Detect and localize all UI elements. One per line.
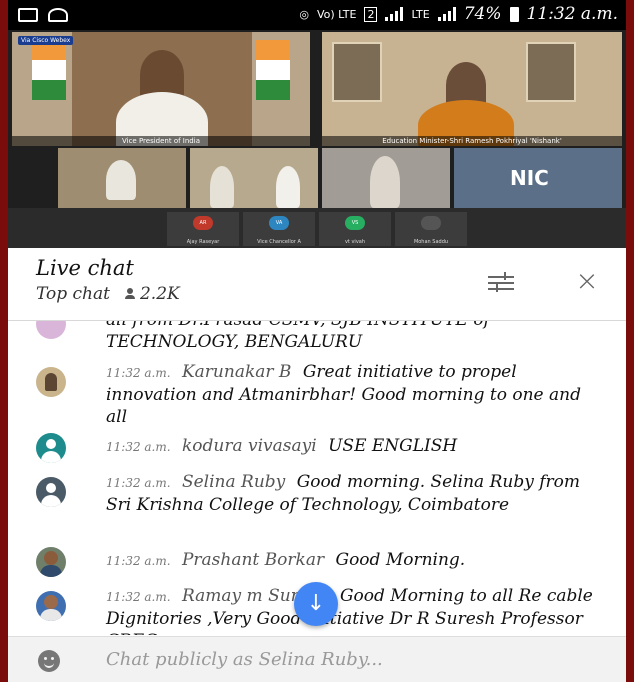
arrow-down-icon[interactable]: ↓ xyxy=(294,582,338,626)
avatar xyxy=(36,591,66,621)
battery-percent: 74% xyxy=(463,4,502,24)
clock: 11:32 a.m. xyxy=(526,4,618,24)
video-tile xyxy=(322,148,450,208)
message-time: 11:32 a.m. xyxy=(106,440,171,454)
message-author[interactable]: Prashant Borkar xyxy=(182,550,324,570)
message-time: 11:32 a.m. xyxy=(106,590,171,604)
avatar xyxy=(36,321,66,339)
participant-thumbnail[interactable]: Mohan Saddu xyxy=(395,212,467,246)
battery-icon xyxy=(509,6,519,22)
message-time: 11:32 a.m. xyxy=(106,554,171,568)
participant-thumbnail[interactable]: VS vt vivah xyxy=(319,212,391,246)
avatar xyxy=(36,547,66,577)
message-text: Good Morning to all Re cable Dignitories… xyxy=(106,586,593,635)
video-tile-vice-president: Via Cisco Webex Vice President of India xyxy=(12,32,310,146)
message-text: Good Morning. xyxy=(335,550,466,570)
message-time: 11:32 a.m. xyxy=(106,476,171,490)
app-frame: ◎ Vo) LTE 2 LTE 74% 11:32 a.m. Via Cisco… xyxy=(8,0,626,682)
webex-badge: Via Cisco Webex xyxy=(18,36,74,45)
chat-mode-selector[interactable]: Top chat 2.2K xyxy=(36,284,180,304)
participant-name: Mohan Saddu xyxy=(413,239,449,245)
message-author[interactable]: Selina Ruby xyxy=(182,472,285,492)
message-time: 11:32 a.m. xyxy=(106,366,171,380)
status-bar: ◎ Vo) LTE 2 LTE 74% 11:32 a.m. xyxy=(8,0,626,30)
tune-icon[interactable] xyxy=(488,272,514,294)
participant-strip: AR Ajay Raseyar VA Vice Chancellor A VS … xyxy=(8,208,626,248)
participant-thumbnail[interactable]: AR Ajay Raseyar xyxy=(167,212,239,246)
alarm-icon: ◎ xyxy=(299,7,309,21)
chat-header: Live chat Top chat 2.2K × xyxy=(8,248,626,321)
message-text: all from Dr.Prasad CSMV, SJB INSTITUTE o… xyxy=(106,321,490,352)
avatar xyxy=(36,433,66,463)
participant-name: Ajay Raseyar xyxy=(186,239,220,245)
sim-indicator: 2 xyxy=(364,6,378,22)
message-author[interactable]: kodura vivasayi xyxy=(182,436,317,456)
viewer-count: 2.2K xyxy=(124,284,180,304)
close-icon[interactable]: × xyxy=(574,267,600,295)
chat-title: Live chat xyxy=(36,256,134,280)
nic-label: NIC xyxy=(510,166,549,190)
message-text: Great initiative to propel innovation an… xyxy=(106,362,581,427)
video-tile xyxy=(190,148,318,208)
flag-image xyxy=(256,40,290,100)
viewer-count-value: 2.2K xyxy=(139,284,180,304)
message-text: Good morning. Selina Ruby from Sri Krish… xyxy=(106,472,581,515)
wifi-icon xyxy=(48,8,68,22)
message-author[interactable]: Karunakar B xyxy=(182,362,291,382)
video-tile xyxy=(58,148,186,208)
volte-indicator: Vo) LTE xyxy=(316,7,357,21)
video-caption: Vice President of India xyxy=(12,136,310,146)
avatar: VA xyxy=(269,216,289,230)
emoji-icon[interactable] xyxy=(38,650,60,672)
mail-icon xyxy=(18,8,38,22)
video-player[interactable]: Via Cisco Webex Vice President of India … xyxy=(8,30,626,248)
participant-name: vt vivah xyxy=(344,239,366,245)
lte-indicator: LTE xyxy=(411,7,430,21)
video-caption: Education Minister-Shri Ramesh Pokhriyal… xyxy=(322,136,622,146)
participant-name: Vice Chancellor A xyxy=(257,239,301,245)
avatar: VS xyxy=(345,216,365,230)
signal2-icon xyxy=(437,7,456,21)
signal-icon xyxy=(385,7,404,21)
avatar xyxy=(421,216,441,230)
participant-thumbnail[interactable]: VA Vice Chancellor A xyxy=(243,212,315,246)
chat-input[interactable]: Chat publicly as Selina Ruby... xyxy=(106,649,383,670)
flag-image xyxy=(32,40,66,100)
chat-input-bar: Chat publicly as Selina Ruby... xyxy=(8,636,626,682)
avatar: AR xyxy=(193,216,213,230)
video-tile-nic: NIC xyxy=(454,148,622,208)
chat-mode-label[interactable]: Top chat xyxy=(36,284,110,304)
video-tile-education-minister: Education Minister-Shri Ramesh Pokhriyal… xyxy=(322,32,622,146)
message-text: USE ENGLISH xyxy=(328,436,458,456)
people-icon xyxy=(124,288,136,300)
avatar xyxy=(36,367,66,397)
avatar xyxy=(36,477,66,507)
